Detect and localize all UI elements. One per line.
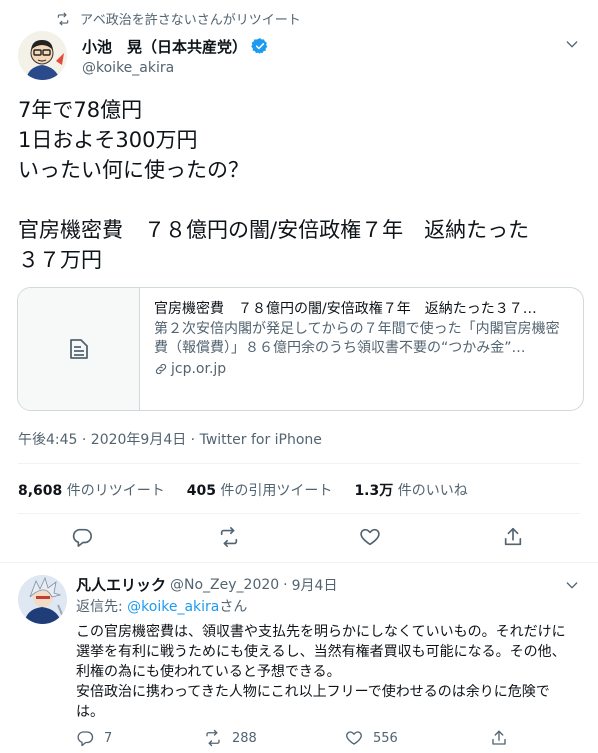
reply-retweet-button[interactable]: 288 [204,729,257,747]
verified-badge-icon [251,38,268,54]
retweet-context[interactable]: アベ政治を許さないさんがリツイート [56,9,301,28]
link-card-domain: jcp.or.jp [171,361,227,377]
reply-like-count: 556 [373,730,398,746]
tweet-author[interactable]: 小池 晃（日本共産党） @koike_akira [18,31,269,80]
retweet-icon [206,729,220,747]
retweets-label: 件のリツイート [62,483,165,499]
link-card-domain-row: jcp.or.jp [154,361,566,377]
replying-to-suffix: さん [219,599,248,615]
reply-text: この官房機密費は、領収書や支払先を明らかにしなくていいもの。それだけに選挙を有利… [76,624,566,720]
author-display-name[interactable]: 小池 晃（日本共産党） [82,36,247,57]
tweet-timestamp[interactable]: 午後4:45 · 2020年9月4日 · Twitter for iPhone [18,429,322,449]
reply-display-name[interactable]: 凡人エリック [76,574,166,595]
reply-avatar-illustration [18,575,67,624]
tweet-text: 7年で78億円 1日およそ300万円 いったい何に使ったの？ 官房機密費 ７８億… [18,95,588,275]
author-handle[interactable]: @koike_akira [82,60,269,76]
share-icon [492,730,506,745]
reply-handle[interactable]: @No_Zey_2020 [170,577,279,593]
replying-to-handle[interactable]: @koike_akira [127,599,219,615]
likes-stat[interactable]: 1.3万 件のいいね [354,480,467,500]
link-icon [155,363,167,375]
avatar-illustration [18,31,67,80]
tweet-text-line: ３７万円 [18,248,102,272]
replying-to: 返信先: @koike_akiraさん [76,596,247,616]
tweet-text-line: 官房機密費 ７８億円の闇/安倍政権７年 返納たった [18,218,530,242]
like-icon [346,731,362,745]
caret-down-icon[interactable] [564,36,580,52]
reply-retweet-count: 288 [232,730,257,746]
likes-label: 件のいいね [393,483,468,499]
quotes-label: 件の引用ツイート [215,483,333,499]
reply-icon[interactable] [71,526,93,548]
retweet-icon [57,12,69,25]
tweet-stats: 8,608 件のリツイート 405 件の引用ツイート 1.3万 件のいいね [18,480,468,500]
tweet-text-blank-line [18,185,588,215]
retweet-icon[interactable] [218,526,240,548]
avatar[interactable] [18,575,67,624]
link-card-thumbnail [18,288,140,410]
retweets-stat[interactable]: 8,608 件のリツイート [18,480,165,500]
divider [18,463,580,464]
share-icon[interactable] [502,526,524,548]
like-icon[interactable] [359,526,381,548]
quotes-count: 405 [186,483,216,499]
reply-reply-count: 7 [104,730,113,746]
likes-count: 1.3万 [354,483,394,499]
tweet-text-line: いったい何に使ったの？ [18,158,249,182]
replying-to-prefix: 返信先: [76,599,128,615]
tweet-text-line: 1日およそ300万円 [18,128,198,152]
reply-share-button[interactable] [490,729,508,747]
reply-tweet[interactable]: 凡人エリック @No_Zey_2020 · 9月4日 返信先: @koike_a… [0,563,598,753]
retweets-count: 8,608 [18,483,63,499]
reply-separator: · [283,576,288,593]
avatar[interactable] [18,31,67,80]
reply-header: 凡人エリック @No_Zey_2020 · 9月4日 [76,574,337,595]
link-card[interactable]: 官房機密費 ７８億円の闇/安倍政権７年 返納たった３７… 第２次安倍内閣が発足し… [17,287,584,411]
reply-action-bar: 7 288 556 [76,729,576,749]
divider [18,513,580,514]
quotes-stat[interactable]: 405 件の引用ツイート [187,480,333,500]
caret-down-icon[interactable] [564,577,580,593]
reply-icon [77,731,94,747]
reply-date[interactable]: 9月4日 [292,575,338,595]
link-card-description: 第２次安倍内閣が発足してからの７年間で使った「内閣官房機密費（報償費）」８６億円… [154,321,560,356]
link-card-title: 官房機密費 ７８億円の闇/安倍政権７年 返納たった３７… [154,301,537,317]
tweet-text-line: 7年で78億円 [18,98,143,122]
retweet-context-label: アベ政治を許さないさんがリツイート [80,13,301,28]
reply-reply-button[interactable]: 7 [76,729,112,747]
tweet-action-bar [0,523,598,553]
document-icon [69,339,88,359]
reply-like-button[interactable]: 556 [345,729,398,747]
